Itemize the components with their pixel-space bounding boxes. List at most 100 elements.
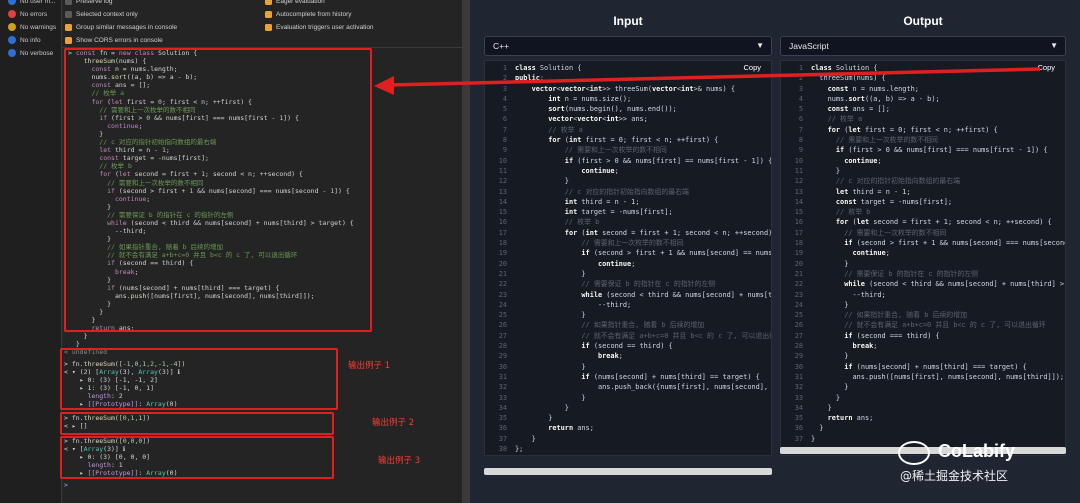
code-line: 18 if (second > first + 1 && nums[second… [781,238,1065,248]
line-number: 24 [794,300,803,309]
line-number: 38 [498,444,507,453]
code-line: 13 // c 对应的指针初始指向数组的最右端 [485,187,771,197]
console-setting-checkbox[interactable]: Eager evaluation [265,0,325,6]
console-setting-checkbox[interactable]: Preserve log [65,0,113,6]
code-line: 10 continue; [781,156,1065,166]
code-line: 4 int n = nums.size(); [485,94,771,104]
line-number: 15 [794,208,803,217]
code-line: 33 } [485,393,771,403]
input-code-editor[interactable]: 1 class Solution {2 public: 3 vector<vector… [484,60,772,456]
console-setting-checkbox[interactable]: Autocomplete from history [265,9,352,19]
code-line: 1 class Solution { [485,63,771,73]
line-number: 30 [498,362,507,371]
checkbox-icon [65,36,72,44]
highlight-example-2-box [60,412,334,435]
code-line: 8 for (int first = 0; first < n; ++first… [485,135,771,145]
line-number: 25 [498,311,507,320]
setting-label: Evaluation triggers user activation [276,23,374,31]
line-number: 5 [798,105,803,114]
panel-divider[interactable] [462,0,470,503]
code-line: 7 for (let first = 0; first < n; ++first… [781,125,1065,135]
line-number: 7 [798,125,803,134]
output-language-value: JavaScript [789,41,829,51]
output-copy-button[interactable]: Copy [1037,63,1055,72]
input-horizontal-scrollbar[interactable] [484,468,772,475]
code-line: 16 for (let second = first + 1; second <… [781,217,1065,227]
console-filter-item[interactable]: No errors [0,8,61,20]
line-number: 32 [794,383,803,392]
code-line: 19 if (second > first + 1 && nums[second… [485,248,771,258]
code-line: 36 } [781,423,1065,433]
console-setting-checkbox[interactable]: Group similar messages in console [65,22,177,32]
console-output: > const fn = new class Solution { threeS… [60,48,462,503]
code-line: 6 // 枚举 a [781,114,1065,124]
input-copy-button[interactable]: Copy [743,63,761,72]
console-code-line: } [68,332,88,341]
line-number: 13 [498,187,507,196]
code-line: 22 while (second < third && nums[second]… [781,279,1065,289]
line-number: 30 [794,362,803,371]
filter-label: No errors [20,10,48,18]
code-line: 38}; [485,444,771,454]
console-filter-item[interactable]: No warnings [0,21,61,33]
code-line: 10 if (first > 0 && nums[first] == nums[… [485,156,771,166]
code-line: 37 } [485,434,771,444]
output-code-editor[interactable]: 1 class Solution {2 threeSum(nums) {3 con… [780,60,1066,456]
code-line: 17 // 需要和上一次枚举的数不相同 [781,228,1065,238]
checkbox-icon [65,23,72,31]
code-line: 15 int target = -nums[first]; [485,207,771,217]
checkbox-icon [65,0,72,5]
line-number: 1 [502,64,507,72]
line-number: 17 [794,228,803,237]
console-filter-item[interactable]: No user m... [0,0,61,7]
console-setting-checkbox[interactable]: Evaluation triggers user activation [265,22,374,32]
line-number: 15 [498,208,507,217]
line-number: 36 [794,424,803,433]
line-number: 9 [502,146,507,155]
output-code-lines: 1 class Solution {2 threeSum(nums) {3 con… [781,63,1065,444]
example-2-label: 输出例子 2 [372,418,415,428]
code-line: 12 // c 对应的指针初始指向数组的最右端 [781,176,1065,186]
line-number: 23 [794,290,803,299]
code-line: 35 } [485,413,771,423]
code-line: 2 threeSum(nums) { [781,73,1065,83]
console-filter-item[interactable]: No verbose [0,47,61,59]
code-line: 9 if (first > 0 && nums[first] === nums[… [781,145,1065,155]
line-number: 28 [794,342,803,351]
output-language-select[interactable]: JavaScript ▼ [780,36,1066,56]
console-setting-checkbox[interactable]: Selected context only [65,9,138,19]
code-line: 27 // 就不会有满足 a+b+c=0 并且 b<c 的 c 了, 可以退出循… [485,331,771,341]
line-number: 34 [498,403,507,412]
line-number: 3 [798,84,803,93]
line-number: 31 [498,372,507,381]
code-line: 24 --third; [485,300,771,310]
code-line: 9 // 需要和上一次枚举的数不相同 [485,145,771,155]
line-number: 24 [498,300,507,309]
line-number: 22 [498,280,507,289]
code-line: 8 // 需要和上一次枚举的数不相同 [781,135,1065,145]
line-number: 11 [498,166,507,175]
line-number: 35 [794,414,803,423]
line-number: 33 [794,393,803,402]
line-number: 8 [798,136,803,145]
code-line: 21 // 需要保证 b 的指针在 c 的指针的左侧 [781,269,1065,279]
code-line: 29 } [781,351,1065,361]
console-prompt[interactable]: > [64,481,68,489]
console-filter-item[interactable]: No info [0,34,61,46]
example-3-label: 输出例子 3 [378,456,421,466]
watermark-subtitle: @稀土掘金技术社区 [900,469,1009,483]
code-line: 5 const ans = []; [781,104,1065,114]
code-line: 34 } [781,403,1065,413]
watermark-brand: CoLabify [938,441,1016,461]
chevron-down-icon: ▼ [756,41,764,50]
console-setting-checkbox[interactable]: Show CORS errors in console [65,35,163,45]
code-line: 17 for (int second = first + 1; second <… [485,228,771,238]
input-language-select[interactable]: C++ ▼ [484,36,772,56]
setting-label: Preserve log [76,0,113,5]
setting-label: Show CORS errors in console [76,36,163,44]
line-number: 35 [498,414,507,423]
line-number: 16 [794,218,803,227]
line-number: 21 [498,269,507,278]
line-number: 9 [798,146,803,155]
line-number: 26 [794,321,803,330]
